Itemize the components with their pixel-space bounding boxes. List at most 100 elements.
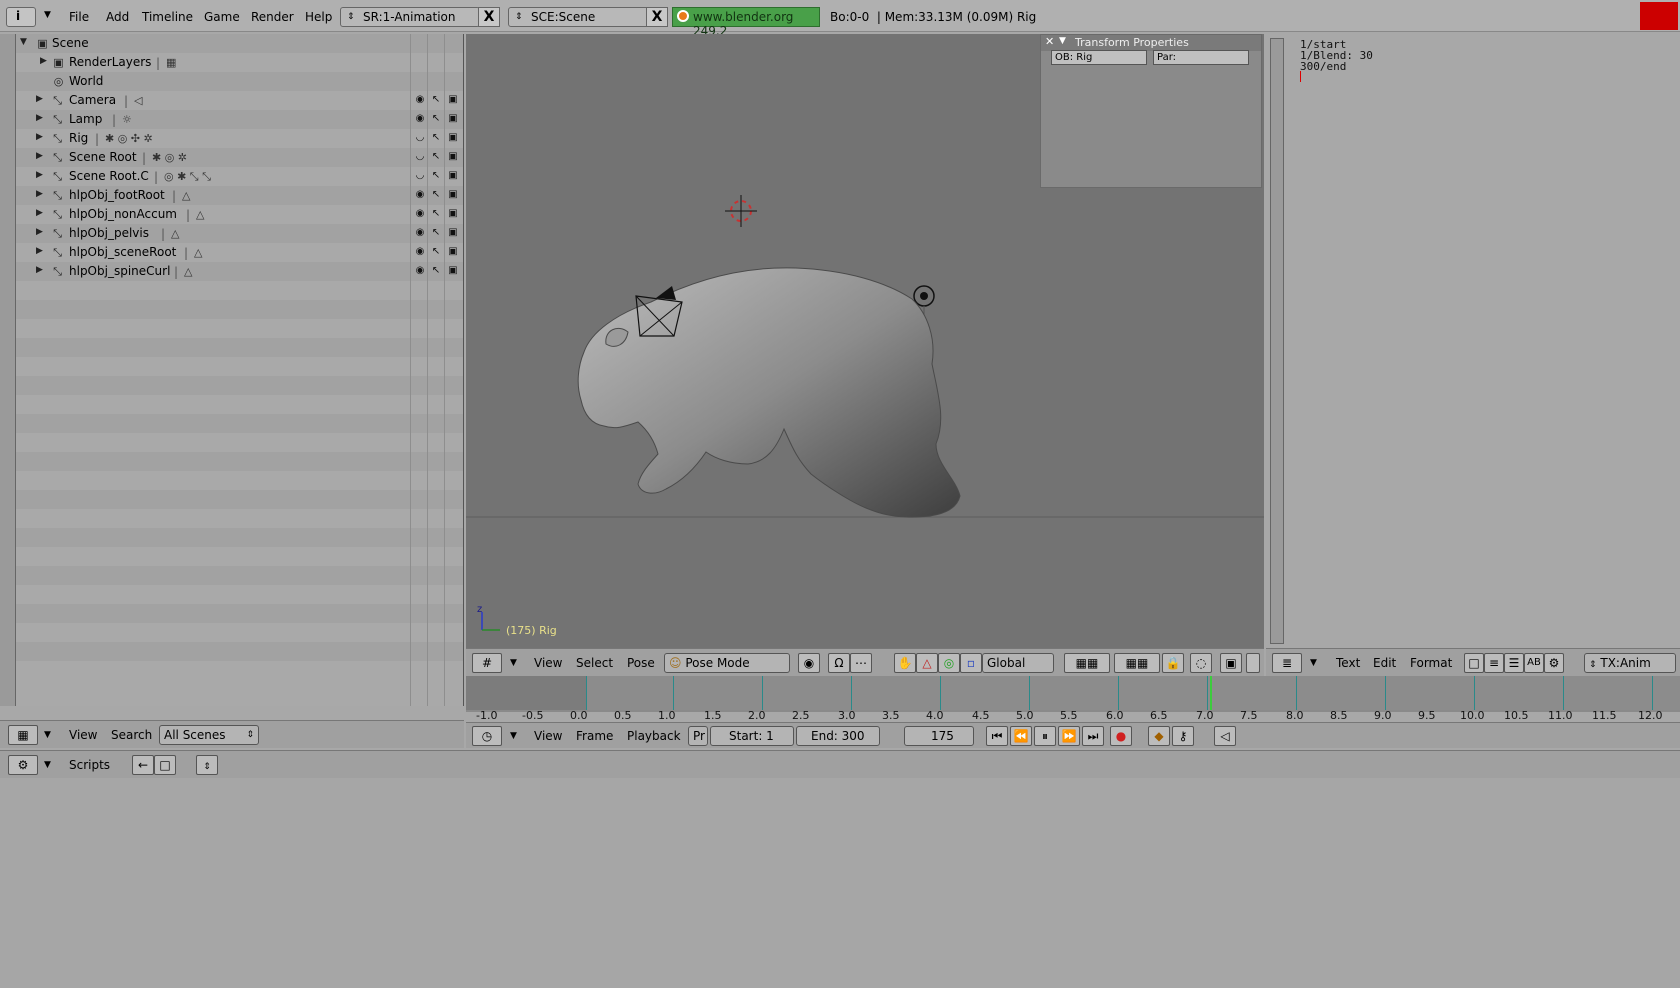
outliner-row-hlpobj-nonaccum[interactable]: ▶ ⤡ hlpObj_nonAccum | △ (16, 205, 463, 224)
expand-triangle-icon[interactable]: ▼ (20, 37, 27, 47)
eye-icon[interactable]: ◉ (414, 265, 426, 277)
preview-range-toggle[interactable]: Pr (688, 726, 708, 746)
end-frame-field[interactable]: End: 300 (796, 726, 880, 746)
render-icon[interactable]: ▣ (447, 170, 459, 182)
lock-button[interactable]: 🔒 (1162, 653, 1184, 673)
collapse-triangle-icon[interactable]: ▶ (36, 151, 43, 161)
editor-type-button[interactable]: ≣ (1272, 653, 1302, 673)
more-button[interactable] (1246, 653, 1260, 673)
syntax-highlight-toggle[interactable]: AB (1524, 653, 1544, 673)
orientation-dropdown[interactable]: Global (982, 653, 1054, 673)
eye-icon[interactable]: ◉ (414, 227, 426, 239)
outliner-row-camera[interactable]: ▶ ⤡ Camera | ◁ (16, 91, 463, 110)
editor-type-button[interactable]: ◷ (472, 726, 502, 746)
fullscreen-toggle[interactable]: □ (1464, 653, 1484, 673)
outliner-row-lamp[interactable]: ▶ ⤡ Lamp | ☼ (16, 110, 463, 129)
outliner-row-world[interactable]: ◎ World (16, 72, 463, 91)
proportional-edit-button[interactable]: ◌ (1190, 653, 1212, 673)
layer-button[interactable]: ⋯ (850, 653, 872, 673)
menu-render[interactable]: Render (251, 10, 294, 24)
menu-pose[interactable]: Pose (627, 656, 655, 670)
outliner-row-rig[interactable]: ▶ ⤡ Rig | ✱ ◎ ✣ ✲ (16, 129, 463, 148)
collapse-triangle-icon[interactable]: ▶ (36, 265, 43, 275)
eye-closed-icon[interactable]: ◡ (414, 170, 426, 182)
chevron-down-icon[interactable]: ▼ (1310, 658, 1317, 668)
play-forward-button[interactable]: ⏩ (1058, 726, 1080, 746)
cursor-icon[interactable]: ↖ (430, 151, 442, 163)
menu-timeline[interactable]: Timeline (142, 10, 193, 24)
insert-key-button[interactable]: ⚷ (1172, 726, 1194, 746)
collapse-triangle-icon[interactable]: ▶ (36, 170, 43, 180)
translate-manipulator[interactable]: △ (916, 653, 938, 673)
cursor-icon[interactable]: ↖ (430, 94, 442, 106)
outliner-row-hlpobj-sceneroot[interactable]: ▶ ⤡ hlpObj_sceneRoot | △ (16, 243, 463, 262)
menu-view[interactable]: View (534, 656, 562, 670)
collapse-triangle-icon[interactable]: ▶ (36, 246, 43, 256)
eye-closed-icon[interactable]: ◡ (414, 151, 426, 163)
transform-properties-panel[interactable]: ✕ ▼ Transform Properties OB: Rig Par: (1040, 34, 1262, 188)
menu-edit[interactable]: Edit (1373, 656, 1396, 670)
collapse-triangle-icon[interactable]: ▶ (36, 208, 43, 218)
layer-buttons-1[interactable]: ▦▦ (1064, 653, 1110, 673)
render-icon[interactable]: ▣ (447, 208, 459, 220)
outliner-row-hlpobj-pelvis[interactable]: ▶ ⤡ hlpObj_pelvis | △ (16, 224, 463, 243)
chevron-down-icon[interactable]: ▼ (510, 731, 517, 741)
render-icon[interactable]: ▣ (447, 132, 459, 144)
object-name-field[interactable]: OB: Rig (1051, 50, 1147, 65)
render-icon[interactable]: ▣ (447, 151, 459, 163)
outliner-row-hlpobj-footroot[interactable]: ▶ ⤡ hlpObj_footRoot | △ (16, 186, 463, 205)
eye-closed-icon[interactable]: ◡ (414, 132, 426, 144)
pause-button[interactable]: ⏸ (1034, 726, 1056, 746)
start-frame-field[interactable]: Start: 1 (710, 726, 794, 746)
outliner-row-renderlayers[interactable]: ▶ ▣ RenderLayers | ▦ (16, 53, 463, 72)
timeline-track[interactable] (466, 676, 1680, 710)
cursor-icon[interactable]: ↖ (430, 113, 442, 125)
scene-selector[interactable]: ⇕ SCE:Scene (508, 7, 652, 27)
pivot-button[interactable]: Ω (828, 653, 850, 673)
current-frame-field[interactable]: 175 (904, 726, 974, 746)
menu-view[interactable]: View (534, 729, 562, 743)
outliner-row-scene[interactable]: ▼ ▣ Scene (16, 34, 463, 53)
menu-add[interactable]: Add (106, 10, 129, 24)
scene-filter-dropdown[interactable]: All Scenes ⇕ (159, 725, 259, 745)
eye-icon[interactable]: ◉ (414, 189, 426, 201)
text-editor-panel[interactable]: 1/start 1/Blend: 30 300/end (1266, 34, 1680, 648)
scale-manipulator[interactable]: ▫ (960, 653, 982, 673)
shading-button[interactable]: ◉ (798, 653, 820, 673)
cursor-icon[interactable]: ↖ (430, 246, 442, 258)
menu-frame[interactable]: Frame (576, 729, 613, 743)
chevron-down-icon[interactable]: ▼ (44, 730, 51, 740)
editor-type-button[interactable]: ▦ (8, 725, 38, 745)
scripts-label[interactable]: Scripts (69, 758, 110, 772)
keying-set-button[interactable]: ◆ (1148, 726, 1170, 746)
current-frame-marker[interactable] (1210, 676, 1212, 710)
editor-type-button[interactable]: # (472, 653, 502, 673)
python-plugins-toggle[interactable]: ⚙ (1544, 653, 1564, 673)
outliner-row-scene-root-c[interactable]: ▶ ⤡ Scene Root.C | ◎ ✱ ⤡ ⤡ (16, 167, 463, 186)
cursor-icon[interactable]: ↖ (430, 208, 442, 220)
render-icon[interactable]: ▣ (447, 246, 459, 258)
render-preview-button[interactable]: ▣ (1220, 653, 1242, 673)
word-wrap-toggle[interactable]: ☰ (1504, 653, 1524, 673)
render-icon[interactable]: ▣ (447, 189, 459, 201)
info-window-button[interactable]: i (6, 7, 36, 27)
audio-button[interactable]: ◁ (1214, 726, 1236, 746)
collapse-triangle-icon[interactable]: ▶ (36, 132, 43, 142)
manipulator-toggle[interactable]: ✋ (894, 653, 916, 673)
menu-game[interactable]: Game (204, 10, 240, 24)
layer-buttons-2[interactable]: ▦▦ (1114, 653, 1160, 673)
editor-type-button[interactable]: ⚙ (8, 755, 38, 775)
record-button[interactable]: ● (1110, 726, 1132, 746)
rotate-manipulator[interactable]: ◎ (938, 653, 960, 673)
menu-help[interactable]: Help (305, 10, 332, 24)
eye-icon[interactable]: ◉ (414, 208, 426, 220)
cursor-icon[interactable]: ↖ (430, 170, 442, 182)
jump-start-button[interactable]: ⏮ (986, 726, 1008, 746)
jump-end-button[interactable]: ⏭ (1082, 726, 1104, 746)
menu-file[interactable]: File (69, 10, 89, 24)
eye-icon[interactable]: ◉ (414, 113, 426, 125)
render-icon[interactable]: ▣ (447, 227, 459, 239)
cursor-icon[interactable]: ↖ (430, 265, 442, 277)
collapse-triangle-icon[interactable]: ▼ (1059, 36, 1066, 46)
chevron-down-icon[interactable]: ▼ (510, 658, 517, 668)
